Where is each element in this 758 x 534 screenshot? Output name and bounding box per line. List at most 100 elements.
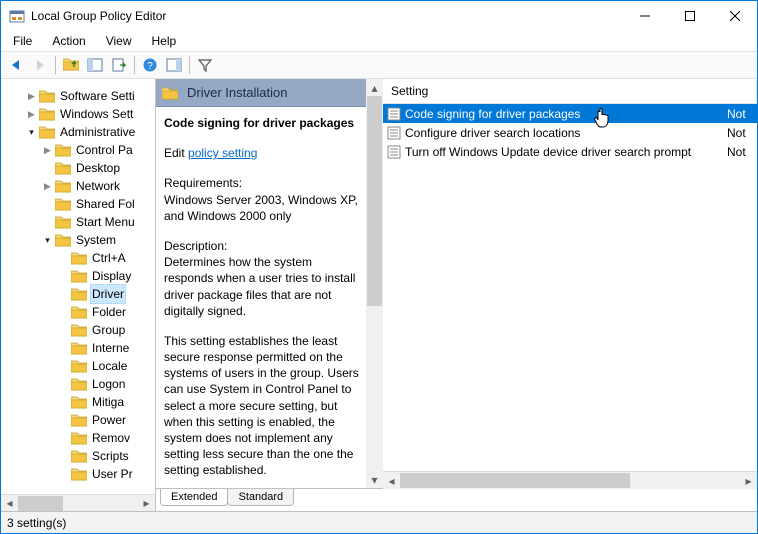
tree-hscrollbar[interactable]: ◂ ▸ xyxy=(1,494,155,511)
tree-item[interactable]: Mitiga xyxy=(1,393,155,411)
folder-icon xyxy=(71,431,87,445)
tree-item[interactable]: User Pr xyxy=(1,465,155,483)
scroll-down-icon[interactable]: ▾ xyxy=(366,471,383,488)
tree-item[interactable]: Folder xyxy=(1,303,155,321)
menu-view[interactable]: View xyxy=(98,32,140,50)
list-rows[interactable]: Code signing for driver packages Not Con… xyxy=(383,104,757,471)
list-row[interactable]: Turn off Windows Update device driver se… xyxy=(383,142,757,161)
folder-icon xyxy=(71,269,87,283)
tree-item-label: User Pr xyxy=(90,465,135,483)
forward-button[interactable] xyxy=(29,54,51,76)
tree-item[interactable]: Logon xyxy=(1,375,155,393)
toolbar-separator xyxy=(189,56,190,74)
expander-icon[interactable]: ▶ xyxy=(25,90,38,103)
expander-icon[interactable] xyxy=(57,252,70,265)
scroll-track[interactable] xyxy=(18,495,138,512)
expander-icon[interactable]: ▶ xyxy=(41,180,54,193)
expander-icon[interactable] xyxy=(57,306,70,319)
app-window: Local Group Policy Editor File Action Vi… xyxy=(0,0,758,534)
scroll-track[interactable] xyxy=(400,472,740,489)
expander-icon[interactable] xyxy=(57,432,70,445)
expander-icon[interactable] xyxy=(57,360,70,373)
edit-policy-link[interactable]: policy setting xyxy=(188,146,257,160)
back-button[interactable] xyxy=(5,54,27,76)
tree-item[interactable]: ▶Software Setti xyxy=(1,87,155,105)
expander-icon[interactable]: ▾ xyxy=(41,234,54,247)
scroll-left-icon[interactable]: ◂ xyxy=(383,472,400,489)
list-hscrollbar[interactable]: ◂ ▸ xyxy=(383,471,757,488)
expander-icon[interactable] xyxy=(57,450,70,463)
folder-icon xyxy=(71,467,87,481)
scroll-right-icon[interactable]: ▸ xyxy=(138,495,155,512)
folder-icon xyxy=(39,89,55,103)
help-button[interactable]: ? xyxy=(139,54,161,76)
expander-icon[interactable] xyxy=(57,270,70,283)
tree-item[interactable]: Desktop xyxy=(1,159,155,177)
expander-icon[interactable] xyxy=(57,342,70,355)
expander-icon[interactable]: ▶ xyxy=(25,108,38,121)
menu-help[interactable]: Help xyxy=(144,32,185,50)
expander-icon[interactable] xyxy=(57,324,70,337)
scroll-thumb[interactable] xyxy=(367,96,382,306)
expander-icon[interactable] xyxy=(57,414,70,427)
scroll-thumb[interactable] xyxy=(18,496,63,511)
tree-item[interactable]: Interne xyxy=(1,339,155,357)
toolbar-separator xyxy=(134,56,135,74)
column-header-setting[interactable]: Setting xyxy=(383,80,757,102)
tree-item[interactable]: Remov xyxy=(1,429,155,447)
filter-button[interactable] xyxy=(194,54,216,76)
up-button[interactable] xyxy=(60,54,82,76)
maximize-button[interactable] xyxy=(667,2,712,31)
folder-icon xyxy=(71,377,87,391)
tree-item[interactable]: Power xyxy=(1,411,155,429)
expander-icon[interactable] xyxy=(41,162,54,175)
scroll-left-icon[interactable]: ◂ xyxy=(1,495,18,512)
show-hide-tree-button[interactable] xyxy=(84,54,106,76)
tree-item[interactable]: Group xyxy=(1,321,155,339)
tree-item[interactable]: Scripts xyxy=(1,447,155,465)
tree-item[interactable]: Start Menu xyxy=(1,213,155,231)
tab-standard[interactable]: Standard xyxy=(227,489,294,506)
tree-item[interactable]: Locale xyxy=(1,357,155,375)
expander-icon[interactable]: ▾ xyxy=(25,126,38,139)
detail-vscrollbar[interactable]: ▴ ▾ xyxy=(366,79,383,488)
expander-icon[interactable] xyxy=(57,288,70,301)
settings-list: Setting Code signing for driver packages… xyxy=(383,79,757,488)
tree-item[interactable]: ▶Control Pa xyxy=(1,141,155,159)
tree-item[interactable]: ▾Administrative xyxy=(1,123,155,141)
tree[interactable]: ▶Software Setti▶Windows Sett▾Administrat… xyxy=(1,79,155,494)
tree-item[interactable]: ▶Network xyxy=(1,177,155,195)
menu-file[interactable]: File xyxy=(5,32,40,50)
tree-item[interactable]: ▶Windows Sett xyxy=(1,105,155,123)
expander-icon[interactable] xyxy=(41,216,54,229)
show-hide-action-button[interactable] xyxy=(163,54,185,76)
folder-icon xyxy=(55,233,71,247)
list-row[interactable]: Configure driver search locations Not xyxy=(383,123,757,142)
expander-icon[interactable] xyxy=(57,468,70,481)
tab-extended[interactable]: Extended xyxy=(160,489,228,506)
tree-item[interactable]: ▾System xyxy=(1,231,155,249)
tree-item[interactable]: Ctrl+A xyxy=(1,249,155,267)
expander-icon[interactable]: ▶ xyxy=(41,144,54,157)
close-button[interactable] xyxy=(712,2,757,31)
scroll-up-icon[interactable]: ▴ xyxy=(366,79,383,96)
tree-item-label: Shared Fol xyxy=(74,195,137,213)
list-row[interactable]: Code signing for driver packages Not xyxy=(383,104,757,123)
folder-icon xyxy=(55,161,71,175)
setting-label: Code signing for driver packages xyxy=(405,107,723,121)
tree-item[interactable]: Display xyxy=(1,267,155,285)
expander-icon[interactable] xyxy=(57,396,70,409)
expander-icon[interactable] xyxy=(57,378,70,391)
tree-item[interactable]: Driver xyxy=(1,285,155,303)
scroll-track[interactable] xyxy=(366,96,383,471)
export-button[interactable] xyxy=(108,54,130,76)
tree-item[interactable]: Shared Fol xyxy=(1,195,155,213)
menu-action[interactable]: Action xyxy=(44,32,93,50)
selected-setting-title: Code signing for driver packages xyxy=(164,116,354,130)
scroll-right-icon[interactable]: ▸ xyxy=(740,472,757,489)
expander-icon[interactable] xyxy=(41,198,54,211)
scroll-thumb[interactable] xyxy=(400,473,630,488)
folder-icon xyxy=(71,323,87,337)
minimize-button[interactable] xyxy=(622,2,667,31)
menubar: File Action View Help xyxy=(1,31,757,51)
